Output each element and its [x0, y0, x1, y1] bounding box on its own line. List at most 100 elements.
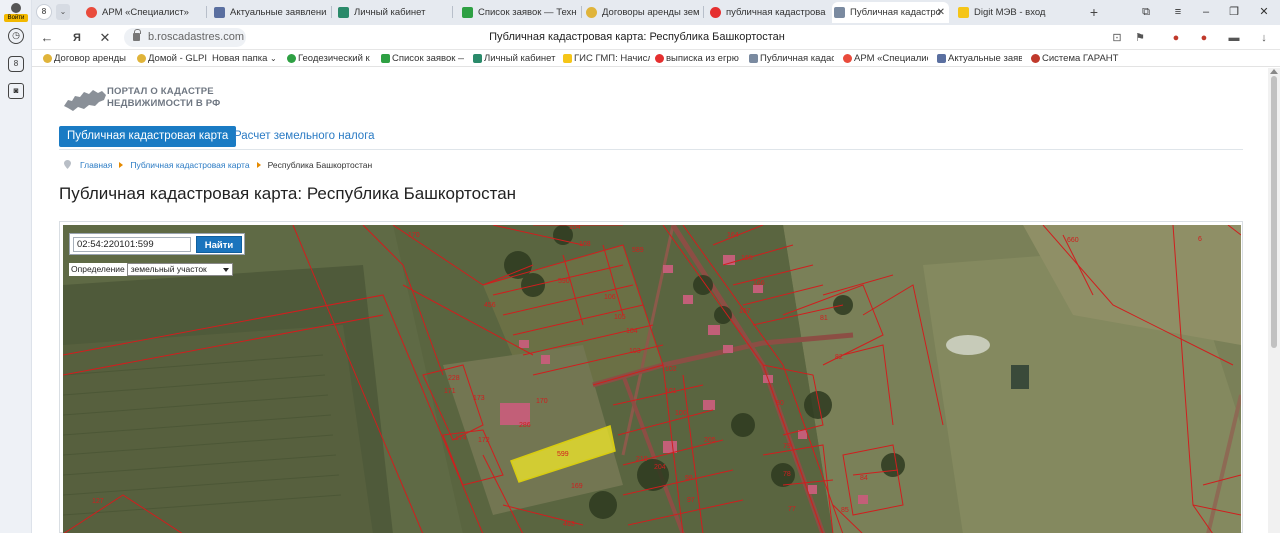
tab-label: Договоры аренды земе — [602, 7, 699, 18]
yandex-icon — [655, 54, 664, 63]
back-icon[interactable]: ← — [38, 29, 56, 47]
parcel-number-label: 127 — [92, 498, 104, 505]
tabs-count-icon[interactable]: 8 — [8, 56, 24, 72]
parcel-number-label: 463 — [563, 521, 575, 528]
stop-icon[interactable]: ✕ — [96, 29, 114, 47]
cadastral-number-input[interactable] — [73, 237, 191, 252]
parcel-number-label: 173 — [473, 395, 485, 402]
tab-land-tax[interactable]: Расчет земельного налога — [234, 126, 375, 147]
parcel-number-label: 81 — [820, 315, 828, 322]
tab-label: Актуальные заявления — [230, 7, 327, 18]
page-title: Публичная кадастровая карта: Республика … — [59, 184, 517, 203]
bookmark-item[interactable]: Домой - GLPI — [136, 51, 208, 66]
history-icon[interactable]: ◷ — [8, 28, 24, 44]
bookmark-folder[interactable]: Новая папка ⌄ — [200, 51, 280, 66]
parcel-number-label: 77 — [788, 506, 796, 513]
cadastral-map[interactable]: 104 108 589 164 165 166 590 106 105 167 … — [63, 225, 1241, 533]
tab-contracts[interactable]: Договоры аренды земе — [584, 2, 699, 23]
login-button[interactable]: Войти — [4, 2, 28, 22]
breadcrumb: Главная Публичная кадастровая карта Респуб… — [64, 158, 372, 172]
close-tab-icon[interactable]: ✕ — [937, 2, 945, 23]
tab-actual[interactable]: Актуальные заявления — [212, 2, 327, 23]
parcel-number-label: 80 — [776, 400, 784, 407]
tab-menu-icon[interactable]: ⌄ — [56, 4, 70, 20]
check-icon — [287, 54, 296, 63]
translate-icon[interactable]: ⊡ — [1109, 30, 1125, 46]
parcel-number-label: 101 — [665, 388, 677, 395]
bookmark-icon[interactable]: ⚑ — [1132, 30, 1148, 46]
new-tab-icon[interactable]: + — [1085, 3, 1103, 21]
downloads-icon[interactable]: ↓ — [1256, 30, 1272, 46]
screenshot-icon[interactable]: ◙ — [8, 83, 24, 99]
bookmark-item[interactable]: Актуальные заявл — [936, 51, 1022, 66]
bookmark-label: Новая папка — [212, 53, 268, 64]
find-button[interactable]: Найти — [196, 236, 242, 253]
restore-icon[interactable]: ❐ — [1226, 4, 1242, 20]
scroll-up-arrow-icon[interactable] — [1270, 69, 1278, 74]
parcel-number-label: 78 — [783, 471, 791, 478]
minimize-icon[interactable]: – — [1198, 4, 1214, 20]
tab-label: Digit МЭВ - вход — [974, 7, 1046, 18]
tabs-overview-icon[interactable]: ⧉ — [1138, 4, 1154, 20]
bookmark-item[interactable]: выписка из егрю — [654, 51, 742, 66]
parcel-number-label: 164 — [727, 232, 739, 239]
satellite-map-layer: 104 108 589 164 165 166 590 106 105 167 … — [63, 225, 1241, 533]
extension-two-icon[interactable]: ● — [1196, 30, 1212, 46]
parcel-number-label: 205 — [704, 437, 716, 444]
menu-icon[interactable]: ≡ — [1170, 4, 1186, 20]
portal-logo-text[interactable]: ПОРТАЛ О КАДАСТРЕ НЕДВИЖИМОСТИ В РФ — [107, 86, 221, 110]
parcel-number-label: 84 — [860, 475, 868, 482]
garant-icon — [1031, 54, 1040, 63]
breadcrumb-map[interactable]: Публичная кадастровая карта — [130, 160, 249, 170]
parcel-number-label: 98 — [685, 475, 693, 482]
definition-select-value: земельный участок — [130, 264, 207, 274]
close-window-icon[interactable]: ✕ — [1256, 4, 1272, 20]
parcel-number-label: 210 — [636, 456, 648, 463]
page-scrollbar[interactable] — [1268, 68, 1280, 533]
tab-count-badge[interactable]: 8 — [36, 4, 52, 20]
bookmark-item[interactable]: Геодезический к — [286, 51, 372, 66]
bookmark-item[interactable]: Список заявок — — [380, 51, 464, 66]
tab-cabinet[interactable]: Личный кабинет — [336, 2, 448, 23]
gis-icon — [563, 54, 572, 63]
bookmark-item[interactable]: Публичная кадаст — [748, 51, 834, 66]
tab-cadastre-active[interactable]: Публичная кадастро ✕ — [832, 2, 949, 23]
breadcrumb-home[interactable]: Главная — [80, 160, 112, 170]
yandex-icon[interactable]: Я — [68, 29, 86, 47]
tab-requests[interactable]: Список заявок — Техно — [460, 2, 577, 23]
tab-arm[interactable]: АРМ «Специалист» — [84, 2, 202, 23]
scrollbar-thumb[interactable] — [1271, 76, 1277, 348]
main-nav: Публичная кадастровая карта Расчет земел… — [59, 126, 1243, 150]
parcel-number-label: 170 — [536, 398, 548, 405]
user-icon — [11, 3, 21, 13]
tab-label: Личный кабинет — [354, 7, 426, 18]
glpi-icon — [43, 54, 52, 63]
breadcrumb-arrow-icon — [256, 162, 261, 168]
doc-favicon-icon — [214, 7, 225, 18]
logo-line: ПОРТАЛ О КАДАСТРЕ — [107, 86, 214, 97]
glpi-favicon-icon — [586, 7, 597, 18]
arm-favicon-icon — [86, 7, 97, 18]
extension-three-icon[interactable]: ▬ — [1226, 30, 1242, 46]
tab-separator — [452, 6, 453, 18]
extension-one-icon[interactable]: ● — [1168, 30, 1184, 46]
tab-public-map[interactable]: Публичная кадастровая карта — [59, 126, 237, 147]
parcel-number-label: 106 — [604, 294, 616, 301]
bookmark-item[interactable]: АРМ «Специалист — [842, 51, 928, 66]
doc-icon — [937, 54, 946, 63]
tab-label: Публичная кадастро — [850, 7, 941, 18]
bookmark-item[interactable]: ГИС ГМП: Начисл — [562, 51, 650, 66]
tab-separator — [331, 6, 332, 18]
tab-separator — [703, 6, 704, 18]
parcel-number-label: 172 — [478, 437, 490, 444]
tab-digit[interactable]: Digit МЭВ - вход — [956, 2, 1074, 23]
definition-select[interactable]: земельный участок — [126, 263, 233, 276]
url-field[interactable]: b.roscadastres.com — [124, 28, 246, 47]
tab-separator — [581, 6, 582, 18]
bookmark-item[interactable]: Система ГАРАНТ — [1030, 51, 1120, 66]
tab-cadastre-yandex[interactable]: публичная кадастрова — [708, 2, 826, 23]
bookmark-item[interactable]: Договор аренды — [42, 51, 134, 66]
parcel-number-label: 100 — [675, 410, 687, 417]
map-frame: 104 108 589 164 165 166 590 106 105 167 … — [59, 221, 1243, 533]
bookmark-item[interactable]: Личный кабинет — [472, 51, 556, 66]
